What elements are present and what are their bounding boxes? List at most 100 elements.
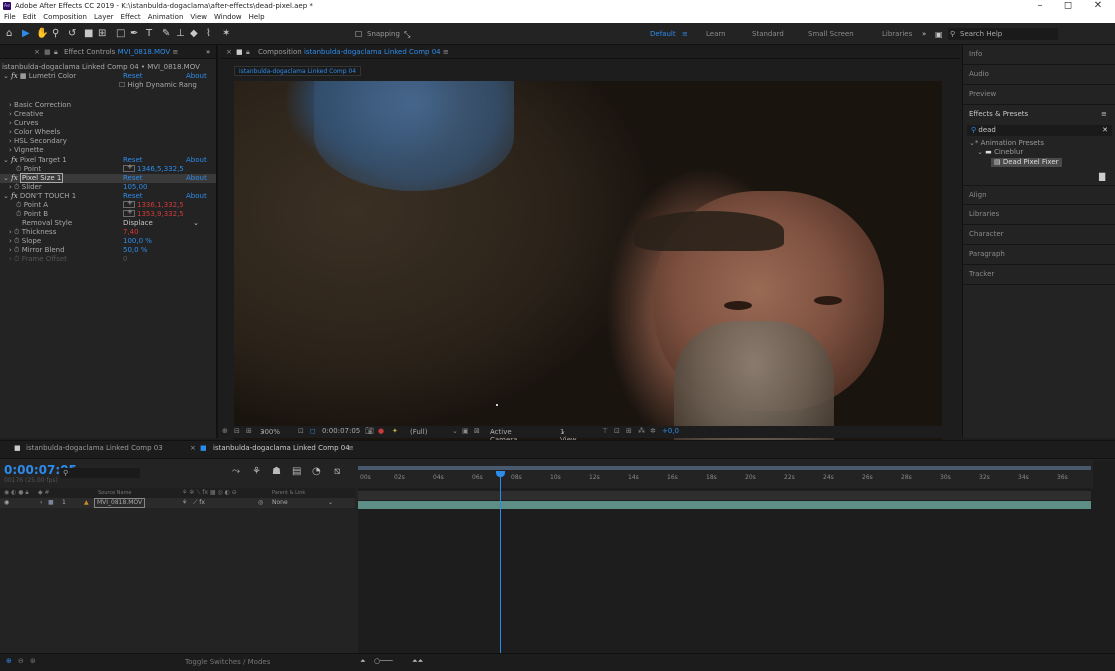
- snapshot-icon[interactable]: 📷︎: [365, 427, 374, 435]
- point-b-value[interactable]: 1353,9,332,5: [137, 210, 184, 218]
- thickness-value[interactable]: 7,40: [123, 228, 139, 237]
- mirror-blend-value[interactable]: 50,0 %: [123, 246, 147, 255]
- pixel-target-about-link[interactable]: About: [186, 156, 207, 165]
- stopwatch-icon[interactable]: ⏱︎: [14, 183, 19, 191]
- preset-tree-root[interactable]: ⌄* Animation Presets: [969, 139, 1044, 148]
- eraser-tool-icon[interactable]: ◆: [190, 28, 198, 40]
- stopwatch-icon[interactable]: ⏱︎: [14, 246, 19, 254]
- transparency-grid-icon[interactable]: ◻: [310, 427, 316, 435]
- expand-chevron-icon[interactable]: ›: [9, 255, 12, 263]
- comp-breadcrumb[interactable]: istanbulda-dogaclama Linked Comp 04: [234, 66, 362, 76]
- parent-pick-whip-icon[interactable]: ◎: [258, 498, 263, 508]
- always-preview-icon[interactable]: ⊕: [222, 427, 228, 435]
- panel-info[interactable]: Info: [963, 45, 1115, 65]
- camera-dropdown[interactable]: Active Camera ⌄: [490, 427, 517, 444]
- timeline-search-input[interactable]: ⚲: [60, 468, 140, 478]
- current-time-display[interactable]: 0:00:07:05: [322, 427, 360, 435]
- composition-frame-image[interactable]: [234, 81, 942, 469]
- expand-chevron-icon[interactable]: ›: [9, 183, 12, 191]
- menu-help[interactable]: Help: [249, 13, 265, 21]
- stopwatch-icon[interactable]: ⏱︎: [14, 237, 19, 245]
- lock-icon[interactable]: 🔒︎: [246, 48, 250, 57]
- zoom-out-icon[interactable]: ⏶: [360, 657, 366, 666]
- workspace-learn[interactable]: Learn: [706, 30, 726, 38]
- expand-chevron-icon[interactable]: ›: [9, 128, 12, 136]
- maximize-button[interactable]: ◻: [1058, 0, 1078, 11]
- layer-label-color-icon[interactable]: ■: [48, 498, 54, 508]
- fx-icon[interactable]: fx: [11, 72, 18, 80]
- menu-file[interactable]: File: [4, 13, 16, 21]
- clear-search-icon[interactable]: ✕: [1102, 125, 1108, 136]
- home-icon[interactable]: ⌂: [6, 28, 12, 40]
- fx-icon[interactable]: fx: [11, 156, 18, 164]
- menu-effect[interactable]: Effect: [121, 13, 141, 21]
- panel-tracker[interactable]: Tracker: [963, 265, 1115, 285]
- expand-chevron-icon[interactable]: ›: [9, 246, 12, 254]
- effects-search-input[interactable]: ⚲ dead ✕: [967, 125, 1112, 136]
- pixel-size-about-link[interactable]: About: [186, 174, 207, 183]
- pan-behind-tool-icon[interactable]: ⊞: [98, 28, 106, 40]
- collapse-chevron-icon[interactable]: ⌄: [3, 72, 9, 80]
- collapse-chevron-icon[interactable]: ⌄: [977, 148, 983, 156]
- stopwatch-icon[interactable]: ⏱︎: [16, 201, 21, 209]
- work-area-bar[interactable]: [358, 466, 1091, 470]
- panel-overflow-icon[interactable]: »: [206, 48, 210, 56]
- collapse-chevron-icon[interactable]: ⌄: [3, 174, 9, 182]
- expand-chevron-icon[interactable]: ›: [9, 228, 12, 236]
- pixel-size-slider-value[interactable]: 105,00: [123, 183, 148, 192]
- timeline-zoom-slider[interactable]: ○───: [374, 657, 393, 665]
- stopwatch-icon[interactable]: ⏱︎: [14, 228, 19, 236]
- menu-view[interactable]: View: [190, 13, 207, 21]
- pixel-size-reset-link[interactable]: Reset: [123, 174, 143, 183]
- menu-window[interactable]: Window: [214, 13, 242, 21]
- lock-icon[interactable]: 🔒︎: [54, 48, 58, 57]
- time-ruler[interactable]: 00s 02s 04s 06s 08s 10s 12s 14s 16s 18s …: [358, 460, 1093, 488]
- timeline-link-icon[interactable]: ⁂: [638, 427, 645, 435]
- comp-mini-flowchart-icon[interactable]: ⤳: [232, 466, 240, 477]
- stopwatch-icon[interactable]: ⏱︎: [16, 210, 21, 218]
- layer-switches-pane-icon[interactable]: ⊕: [6, 657, 12, 665]
- rectangle-tool-icon[interactable]: □: [116, 28, 125, 40]
- workspace-standard[interactable]: Standard: [752, 30, 784, 38]
- menu-layer[interactable]: Layer: [94, 13, 114, 21]
- color-channel-icon[interactable]: ●: [378, 427, 384, 435]
- mask-visibility-icon[interactable]: ⊞: [246, 427, 252, 435]
- new-preset-icon[interactable]: ▇: [1099, 172, 1105, 181]
- group-hsl-secondary[interactable]: › HSL Secondary: [0, 137, 216, 146]
- draft-3d-icon[interactable]: ⊡: [614, 427, 620, 435]
- exposure-value[interactable]: +0,0: [662, 427, 679, 435]
- parent-dropdown[interactable]: None ⌄: [272, 498, 342, 508]
- stopwatch-icon[interactable]: ⏱︎: [16, 165, 21, 173]
- group-vignette[interactable]: › Vignette: [0, 146, 216, 155]
- region-icon[interactable]: ⊟: [234, 427, 240, 435]
- workspace-layout-icon[interactable]: ▣: [935, 29, 943, 41]
- draft-3d-toggle-icon[interactable]: ⚘: [252, 466, 261, 477]
- group-basic-correction[interactable]: › Basic Correction: [0, 101, 216, 110]
- group-curves[interactable]: › Curves: [0, 119, 216, 128]
- preset-folder-cineblur[interactable]: ⌄ ▬ Cineblur: [977, 148, 1023, 157]
- grid-icon[interactable]: ⊡: [298, 427, 304, 435]
- panel-audio[interactable]: Audio: [963, 65, 1115, 85]
- puppet-tool-icon[interactable]: ✶: [222, 28, 230, 40]
- fx-icon[interactable]: fx: [11, 192, 18, 200]
- pixel-target-effect[interactable]: ⌄ fx Pixel Target 1 Reset About: [0, 156, 216, 165]
- search-help-input[interactable]: ⚲ Search Help: [948, 28, 1058, 40]
- menu-composition[interactable]: Composition: [43, 13, 87, 21]
- current-time-indicator[interactable]: [500, 472, 501, 654]
- workspace-menu-icon[interactable]: ≡: [682, 30, 688, 38]
- collapse-chevron-icon[interactable]: ⌄: [3, 192, 9, 200]
- clone-stamp-tool-icon[interactable]: ⊥: [176, 28, 185, 40]
- resolution-chevron-icon[interactable]: ⌄: [452, 427, 458, 435]
- zoom-tool-icon[interactable]: ⚲: [52, 28, 59, 40]
- graph-editor-icon[interactable]: ⧅: [334, 466, 340, 477]
- frame-blending-icon[interactable]: ▤: [292, 466, 301, 477]
- group-creative[interactable]: › Creative: [0, 110, 216, 119]
- zoom-dropdown[interactable]: 300% ⌄: [260, 427, 280, 436]
- layer-name[interactable]: MVI_0818.MOV: [94, 498, 146, 508]
- panel-character[interactable]: Character: [963, 225, 1115, 245]
- group-color-wheels[interactable]: › Color Wheels: [0, 128, 216, 137]
- transparency-toggle-icon[interactable]: ⊠: [474, 427, 480, 435]
- camera-tool-icon[interactable]: ■: [84, 28, 93, 40]
- crosshair-icon[interactable]: [123, 199, 135, 208]
- parent-link-column[interactable]: Parent & Link: [272, 490, 305, 496]
